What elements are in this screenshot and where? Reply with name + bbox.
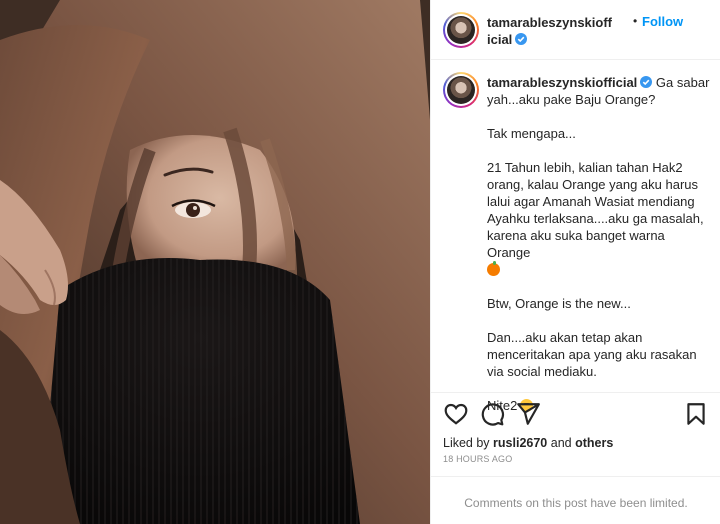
caption-line-3: 21 Tahun lebih, kalian tahan Hak2 orang,…	[487, 159, 711, 278]
liked-by-user-link[interactable]: rusli2670	[493, 436, 547, 450]
comments-limited-notice: Comments on this post have been limited.	[431, 476, 720, 524]
caption-area: tamarableszynskiofficial Ga sabar yah...…	[431, 60, 720, 413]
verified-badge-icon	[640, 76, 653, 88]
follow-button[interactable]: Follow	[642, 14, 683, 29]
post-photo[interactable]	[0, 0, 430, 524]
selfie-image	[0, 0, 430, 524]
caption-text: tamarableszynskiofficial Ga sabar yah...…	[487, 74, 711, 431]
instagram-post: tamarableszynskiofficial • Follow tamara…	[0, 0, 720, 524]
verified-badge-icon	[515, 33, 528, 45]
avatar[interactable]	[443, 12, 479, 48]
caption-line-2: Tak mengapa...	[487, 126, 576, 141]
post-header: tamarableszynskiofficial • Follow	[431, 0, 720, 60]
likes-summary: Liked by rusli2670 and others	[443, 436, 614, 450]
post-side-panel: tamarableszynskiofficial • Follow tamara…	[430, 0, 720, 524]
separator-dot: •	[633, 14, 638, 28]
paper-plane-icon[interactable]	[515, 401, 541, 427]
caption-username[interactable]: tamarableszynskiofficial	[487, 75, 637, 90]
heart-icon[interactable]	[443, 401, 469, 427]
post-timestamp[interactable]: 18 HOURS AGO	[443, 454, 512, 464]
action-bar	[431, 392, 720, 438]
username-text[interactable]: tamarableszynskiofficial	[487, 15, 612, 47]
caption-line-1: tamarableszynskiofficial Ga sabar yah...…	[487, 75, 714, 107]
header-username[interactable]: tamarableszynskiofficial	[487, 14, 613, 48]
caption-line-5: Dan....aku akan tetap akan menceritakan …	[487, 330, 701, 379]
caption-avatar[interactable]	[443, 72, 479, 108]
tangerine-emoji	[487, 261, 500, 276]
liked-by-others-link[interactable]: others	[575, 436, 613, 450]
bookmark-icon[interactable]	[683, 401, 709, 427]
comment-icon[interactable]	[479, 401, 505, 427]
caption-line-4: Btw, Orange is the new...	[487, 296, 631, 311]
